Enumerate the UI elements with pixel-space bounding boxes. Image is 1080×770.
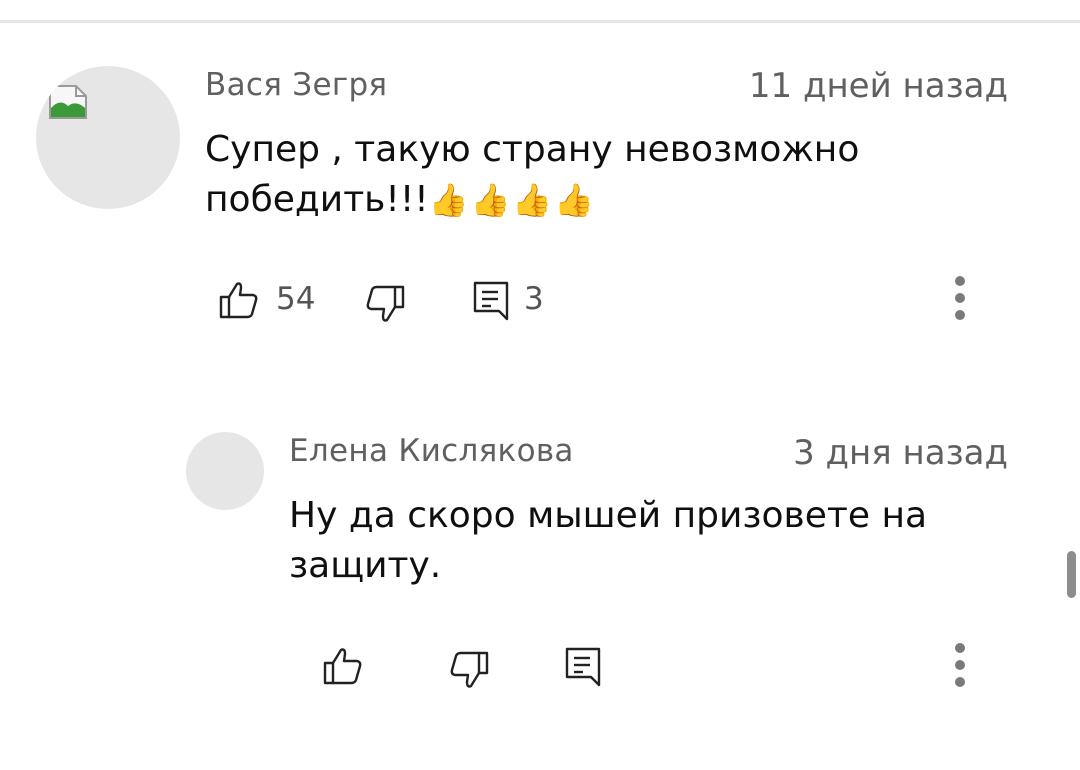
comment-icon[interactable] <box>564 646 606 688</box>
thumbs-up-icon[interactable] <box>322 645 364 687</box>
comment-text-line: Супер , такую страну невозможно <box>205 129 860 170</box>
scrollbar-thumb[interactable] <box>1067 551 1076 598</box>
top-divider <box>0 20 1080 23</box>
reply-count[interactable]: 3 <box>524 281 544 317</box>
thumbs-up-icon[interactable] <box>218 279 260 321</box>
like-count: 54 <box>276 281 316 317</box>
comment-timestamp: 3 дня назад <box>793 433 1008 473</box>
thumbs-up-emoji: 👍👍👍👍 <box>428 181 597 219</box>
comment-text-line: победить!!!👍👍👍👍 <box>205 175 859 225</box>
thumbs-down-icon[interactable] <box>364 283 406 325</box>
more-vertical-icon[interactable] <box>953 276 967 328</box>
comment-text-part: победить!!! <box>205 179 429 220</box>
comment-icon[interactable] <box>472 280 514 322</box>
avatar[interactable] <box>36 66 180 209</box>
more-vertical-icon[interactable] <box>953 643 967 695</box>
broken-image-icon <box>49 74 87 119</box>
comment-text-line: Ну да скоро мышей призовете на <box>289 495 928 536</box>
comment-text: Супер , такую страну невозможно победить… <box>205 125 859 225</box>
comment-timestamp: 11 дней назад <box>748 66 1008 106</box>
comment-author[interactable]: Вася Зегря <box>205 67 387 103</box>
comment-author[interactable]: Елена Кислякова <box>289 433 574 469</box>
comment-text-line: защиту. <box>289 545 442 586</box>
avatar[interactable] <box>186 432 264 510</box>
comment-text: Ну да скоро мышей призовете на защиту. <box>289 491 927 591</box>
thumbs-down-icon[interactable] <box>448 649 490 691</box>
